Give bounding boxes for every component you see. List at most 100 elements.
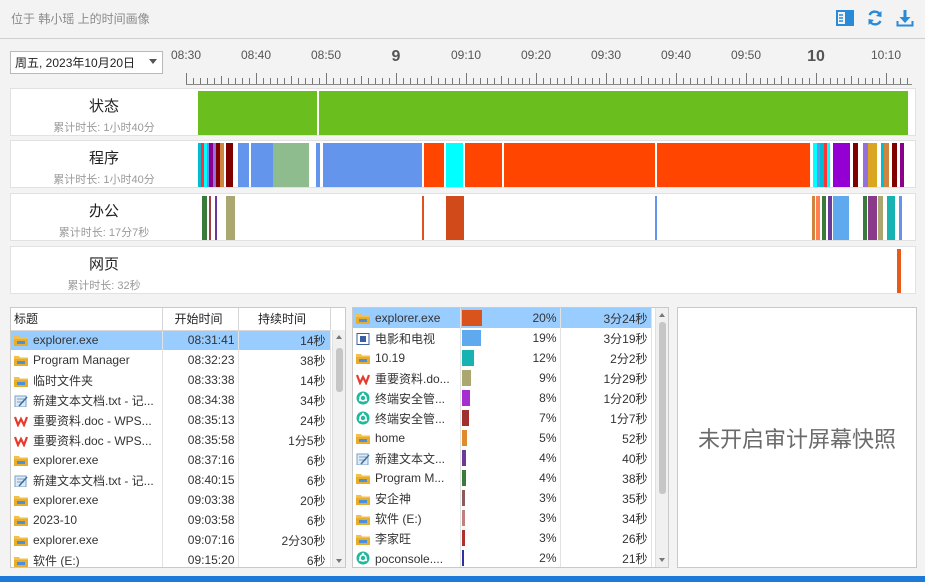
- list-item[interactable]: 10.19 12% 2分2秒: [353, 348, 652, 368]
- stat-percent-cell: 9%: [460, 368, 561, 388]
- list-item[interactable]: 终端安全管... 7% 1分7秒: [353, 408, 652, 428]
- refresh-icon[interactable]: [865, 8, 885, 28]
- timeline-segment[interactable]: [812, 196, 815, 240]
- table-row[interactable]: explorer.exe 09:07:16 2分30秒: [11, 530, 331, 550]
- timeline-segment[interactable]: [887, 196, 896, 240]
- timeline-segment[interactable]: [445, 143, 463, 187]
- stat-name: 软件 (E:): [375, 511, 422, 526]
- timeline-segment[interactable]: [226, 196, 235, 240]
- stat-name: 李家旺: [375, 531, 412, 546]
- timeline-segment[interactable]: [319, 91, 908, 135]
- list-item[interactable]: 安企神 3% 35秒: [353, 488, 652, 508]
- table-row[interactable]: explorer.exe 08:31:41 14秒: [11, 330, 331, 350]
- column-header-duration[interactable]: 持续时间: [238, 308, 331, 331]
- timeline-segment[interactable]: [464, 143, 502, 187]
- stat-name: poconsole....: [375, 551, 444, 566]
- scroll-down-icon[interactable]: [659, 558, 665, 562]
- wps-icon: [13, 435, 29, 448]
- timeline-segment[interactable]: [421, 196, 424, 240]
- timeline-segment[interactable]: [868, 143, 878, 187]
- event-title-cell: explorer.exe: [11, 530, 163, 550]
- timeline-segment[interactable]: [900, 143, 904, 187]
- timeline-segment[interactable]: [322, 143, 423, 187]
- timeline-segment[interactable]: [868, 196, 877, 240]
- stats-scrollbar[interactable]: [655, 308, 668, 567]
- column-header-start[interactable]: 开始时间: [162, 308, 239, 331]
- panel-icon[interactable]: [835, 8, 855, 28]
- timeline-segment[interactable]: [251, 143, 274, 187]
- row-track[interactable]: [198, 196, 908, 240]
- row-name: 网页: [88, 256, 119, 273]
- list-item[interactable]: 李家旺 3% 26秒: [353, 528, 652, 548]
- row-track[interactable]: [198, 143, 908, 187]
- event-duration: 6秒: [238, 470, 331, 490]
- list-item[interactable]: 重要资料.do... 9% 1分29秒: [353, 368, 652, 388]
- timeline-segment[interactable]: [878, 196, 884, 240]
- timeline-segment[interactable]: [897, 249, 901, 293]
- timeline-segment[interactable]: [238, 143, 250, 187]
- list-item[interactable]: 新建文本文... 4% 40秒: [353, 448, 652, 468]
- list-item[interactable]: 电影和电视 19% 3分19秒: [353, 328, 652, 348]
- event-title-cell: 新建文本文档.txt - 记...: [11, 390, 163, 410]
- table-row[interactable]: explorer.exe 08:37:16 6秒: [11, 450, 331, 470]
- event-duration: 20秒: [238, 490, 331, 510]
- timeline-segment[interactable]: [655, 196, 657, 240]
- table-row[interactable]: 软件 (E:) 09:15:20 6秒: [11, 550, 331, 567]
- notepad-icon: [356, 453, 370, 465]
- table-row[interactable]: 重要资料.doc - WPS... 08:35:13 24秒: [11, 410, 331, 430]
- time-ruler[interactable]: 08:30 08:40 08:50 9 09:10 09:20 09:30 09:40 09:5…: [171, 40, 912, 86]
- timeline-segment[interactable]: [899, 196, 902, 240]
- timeline-segment[interactable]: [833, 143, 850, 187]
- list-item[interactable]: home 5% 52秒: [353, 428, 652, 448]
- scroll-up-icon[interactable]: [659, 313, 665, 317]
- table-row[interactable]: 临时文件夹 08:33:38 14秒: [11, 370, 331, 390]
- stat-duration: 3分24秒: [560, 308, 652, 328]
- timeline-segment[interactable]: [816, 196, 820, 240]
- table-row[interactable]: 2023-10 09:03:58 6秒: [11, 510, 331, 530]
- row-label: 状态 累计时长: 1小时40分: [11, 89, 197, 135]
- stat-duration: 1分29秒: [560, 368, 652, 388]
- events-scrollbar[interactable]: [332, 330, 345, 567]
- list-item[interactable]: explorer.exe 20% 3分24秒: [353, 308, 652, 328]
- table-row[interactable]: 重要资料.doc - WPS... 08:35:58 1分5秒: [11, 430, 331, 450]
- chevron-down-icon: [149, 59, 157, 64]
- folder-icon: [14, 454, 28, 466]
- column-header-title[interactable]: 标题: [11, 308, 163, 331]
- timeline-segment[interactable]: [833, 196, 850, 240]
- timeline-segment[interactable]: [215, 196, 218, 240]
- list-item[interactable]: poconsole.... 2% 21秒: [353, 548, 652, 567]
- stat-duration: 40秒: [560, 448, 652, 468]
- timeline-segment[interactable]: [201, 196, 207, 240]
- table-row[interactable]: 新建文本文档.txt - 记... 08:40:15 6秒: [11, 470, 331, 490]
- table-row[interactable]: 新建文本文档.txt - 记... 08:34:38 34秒: [11, 390, 331, 410]
- folder-icon: [14, 534, 28, 546]
- table-row[interactable]: explorer.exe 09:03:38 20秒: [11, 490, 331, 510]
- timeline-segment[interactable]: [198, 91, 318, 135]
- scroll-thumb[interactable]: [336, 348, 343, 392]
- timeline-segment[interactable]: [504, 143, 655, 187]
- scroll-down-icon[interactable]: [336, 559, 342, 563]
- scroll-thumb[interactable]: [659, 322, 666, 494]
- timeline-segment[interactable]: [208, 196, 212, 240]
- timeline-segment[interactable]: [424, 143, 444, 187]
- timeline-segment[interactable]: [273, 143, 310, 187]
- row-track[interactable]: [198, 249, 908, 293]
- row-track[interactable]: [198, 91, 908, 135]
- timeline-segment[interactable]: [445, 196, 465, 240]
- status-bar: [0, 576, 925, 582]
- screenshot-placeholder: 未开启审计屏幕快照: [677, 307, 917, 568]
- list-item[interactable]: Program M... 4% 38秒: [353, 468, 652, 488]
- event-title: 新建文本文档.txt - 记...: [33, 393, 154, 408]
- timeline-segment[interactable]: [656, 143, 811, 187]
- scroll-up-icon[interactable]: [336, 335, 342, 339]
- list-item[interactable]: 终端安全管... 8% 1分20秒: [353, 388, 652, 408]
- timeline-segment[interactable]: [828, 196, 833, 240]
- event-title: 重要资料.doc - WPS...: [33, 413, 152, 428]
- date-select[interactable]: 周五, 2023年10月20日: [10, 51, 163, 74]
- timeline-segment[interactable]: [822, 196, 826, 240]
- timeline-segment[interactable]: [862, 196, 867, 240]
- table-row[interactable]: Program Manager 08:32:23 38秒: [11, 350, 331, 370]
- list-item[interactable]: 软件 (E:) 3% 34秒: [353, 508, 652, 528]
- folder-icon: [14, 334, 28, 347]
- download-icon[interactable]: [895, 8, 915, 28]
